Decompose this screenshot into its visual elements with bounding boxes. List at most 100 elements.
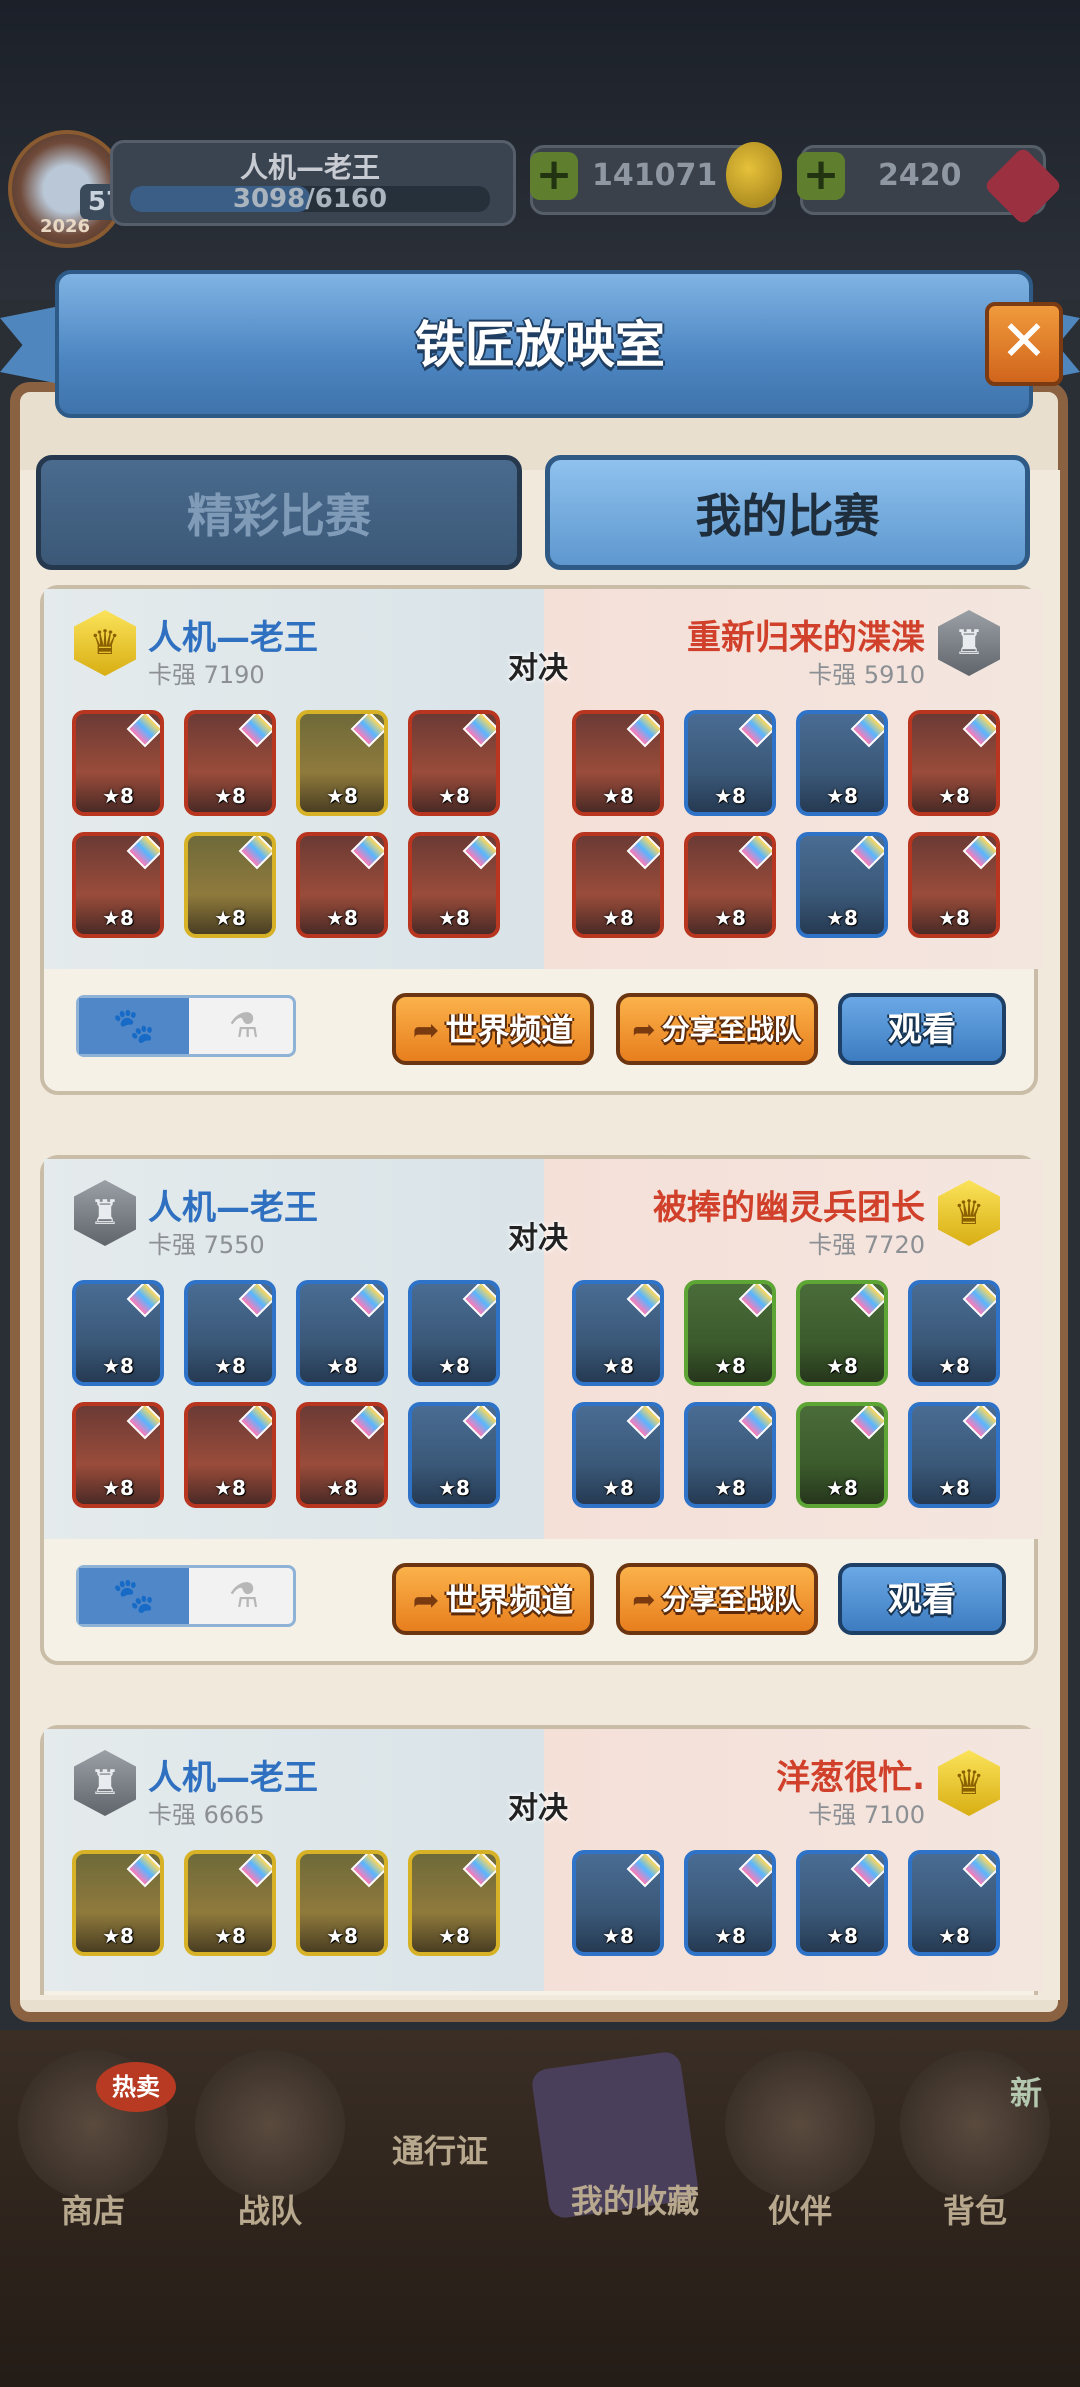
nav-pass[interactable]: 通行证	[355, 2126, 525, 2172]
hero-star-level: ★8	[938, 906, 970, 930]
rarity-gem-icon	[238, 836, 272, 870]
tab-my-matches[interactable]: 我的比赛	[545, 455, 1030, 570]
rarity-gem-icon	[126, 836, 160, 870]
close-icon: ✕	[1000, 309, 1048, 374]
left-player-power: 卡强 7190	[148, 661, 265, 689]
hero-star-level: ★8	[214, 1924, 246, 1948]
hero-star-level: ★8	[214, 1354, 246, 1378]
right-hero-card[interactable]: ★8	[572, 710, 664, 816]
right-hero-card[interactable]: ★8	[796, 1280, 888, 1386]
left-hero-card[interactable]: ★8	[184, 832, 276, 938]
rarity-gem-icon	[350, 836, 384, 870]
close-button[interactable]: ✕	[985, 302, 1063, 386]
right-hero-card[interactable]: ★8	[908, 1402, 1000, 1508]
right-hero-card[interactable]: ★8	[908, 832, 1000, 938]
left-hero-card[interactable]: ★8	[72, 1402, 164, 1508]
left-hero-card[interactable]: ★8	[184, 710, 276, 816]
world-channel-label: 世界频道	[445, 1011, 574, 1049]
gold-coin-icon	[726, 142, 782, 208]
gold-value: 141071	[592, 158, 718, 193]
left-hero-card[interactable]: ★8	[408, 710, 500, 816]
left-hero-card[interactable]: ★8	[296, 1850, 388, 1956]
right-hero-card[interactable]: ★8	[796, 832, 888, 938]
rarity-gem-icon	[350, 1284, 384, 1318]
hero-star-level: ★8	[714, 784, 746, 808]
nav-bag[interactable]: 背包	[890, 2186, 1060, 2232]
left-hero-card[interactable]: ★8	[296, 1280, 388, 1386]
right-hero-card[interactable]: ★8	[796, 710, 888, 816]
share-to-team-button[interactable]: ➦ 分享至战队	[616, 1563, 818, 1635]
nav-team[interactable]: 战队	[185, 2186, 355, 2232]
add-gem-icon[interactable]: +	[797, 152, 845, 200]
left-hero-card[interactable]: ★8	[408, 1402, 500, 1508]
right-hero-card[interactable]: ★8	[684, 1850, 776, 1956]
rarity-gem-icon	[962, 714, 996, 748]
right-hero-card[interactable]: ★8	[684, 832, 776, 938]
potion-icon[interactable]: ⚗	[189, 998, 299, 1054]
share-to-team-button[interactable]: ➦ 分享至战队	[616, 993, 818, 1065]
nav-collection[interactable]: 我的收藏	[525, 2176, 745, 2222]
partner-icon[interactable]	[725, 2050, 875, 2200]
world-channel-button[interactable]: ➦ 世界频道	[392, 1563, 594, 1635]
world-channel-button[interactable]: ➦ 世界频道	[392, 993, 594, 1065]
right-hero-card[interactable]: ★8	[684, 710, 776, 816]
rarity-gem-icon	[462, 1284, 496, 1318]
world-channel-label: 世界频道	[445, 1581, 574, 1619]
team-icon[interactable]	[195, 2050, 345, 2200]
watch-button[interactable]: 观看	[838, 993, 1006, 1065]
hero-star-level: ★8	[438, 1924, 470, 1948]
right-hero-card[interactable]: ★8	[908, 1850, 1000, 1956]
hero-star-level: ★8	[214, 784, 246, 808]
rarity-gem-icon	[962, 836, 996, 870]
left-hero-card[interactable]: ★8	[296, 832, 388, 938]
watch-button[interactable]: 观看	[838, 1563, 1006, 1635]
right-hero-card[interactable]: ★8	[572, 1850, 664, 1956]
rarity-gem-icon	[350, 714, 384, 748]
right-hero-card[interactable]: ★8	[572, 1280, 664, 1386]
rarity-gem-icon	[850, 836, 884, 870]
left-hero-card[interactable]: ★8	[408, 1280, 500, 1386]
left-hero-card[interactable]: ★8	[184, 1402, 276, 1508]
hero-star-level: ★8	[714, 1476, 746, 1500]
left-player-power: 卡强 6665	[148, 1801, 265, 1829]
paw-icon[interactable]: 🐾	[79, 1568, 189, 1624]
left-hero-card[interactable]: ★8	[296, 710, 388, 816]
add-gold-icon[interactable]: +	[530, 152, 578, 200]
rarity-gem-icon	[738, 1854, 772, 1888]
rarity-gem-icon	[626, 1854, 660, 1888]
right-hero-card[interactable]: ★8	[796, 1402, 888, 1508]
left-hero-card[interactable]: ★8	[72, 1280, 164, 1386]
rarity-gem-icon	[962, 1406, 996, 1440]
potion-icon[interactable]: ⚗	[189, 1568, 299, 1624]
right-hero-card[interactable]: ★8	[572, 1402, 664, 1508]
right-hero-card[interactable]: ★8	[684, 1280, 776, 1386]
paw-icon[interactable]: 🐾	[79, 998, 189, 1054]
right-hero-card[interactable]: ★8	[908, 1280, 1000, 1386]
left-hero-card[interactable]: ★8	[296, 1402, 388, 1508]
nav-partner[interactable]: 伙伴	[715, 2186, 885, 2232]
left-hero-card[interactable]: ★8	[72, 832, 164, 938]
left-hero-card[interactable]: ★8	[72, 1850, 164, 1956]
left-hero-card[interactable]: ★8	[408, 1850, 500, 1956]
rarity-gem-icon	[626, 1284, 660, 1318]
mode-toggle[interactable]: 🐾 ⚗	[76, 1565, 296, 1627]
right-hero-card[interactable]: ★8	[684, 1402, 776, 1508]
right-hero-card[interactable]: ★8	[796, 1850, 888, 1956]
tab-highlights[interactable]: 精彩比赛	[36, 455, 522, 570]
hero-star-level: ★8	[438, 1354, 470, 1378]
nav-shop[interactable]: 商店	[8, 2186, 178, 2232]
rarity-gem-icon	[126, 1406, 160, 1440]
right-hero-card[interactable]: ★8	[572, 832, 664, 938]
versus-label: 对决	[508, 1791, 568, 1826]
mode-toggle[interactable]: 🐾 ⚗	[76, 995, 296, 1057]
dialog-title: 铁匠放映室	[415, 316, 665, 374]
hero-star-level: ★8	[826, 784, 858, 808]
left-hero-card[interactable]: ★8	[72, 710, 164, 816]
hero-star-level: ★8	[102, 784, 134, 808]
left-hero-card[interactable]: ★8	[408, 832, 500, 938]
right-hero-card[interactable]: ★8	[908, 710, 1000, 816]
share-arrow-icon: ➦	[412, 1581, 440, 1619]
hero-star-level: ★8	[602, 1476, 634, 1500]
left-hero-card[interactable]: ★8	[184, 1280, 276, 1386]
left-hero-card[interactable]: ★8	[184, 1850, 276, 1956]
